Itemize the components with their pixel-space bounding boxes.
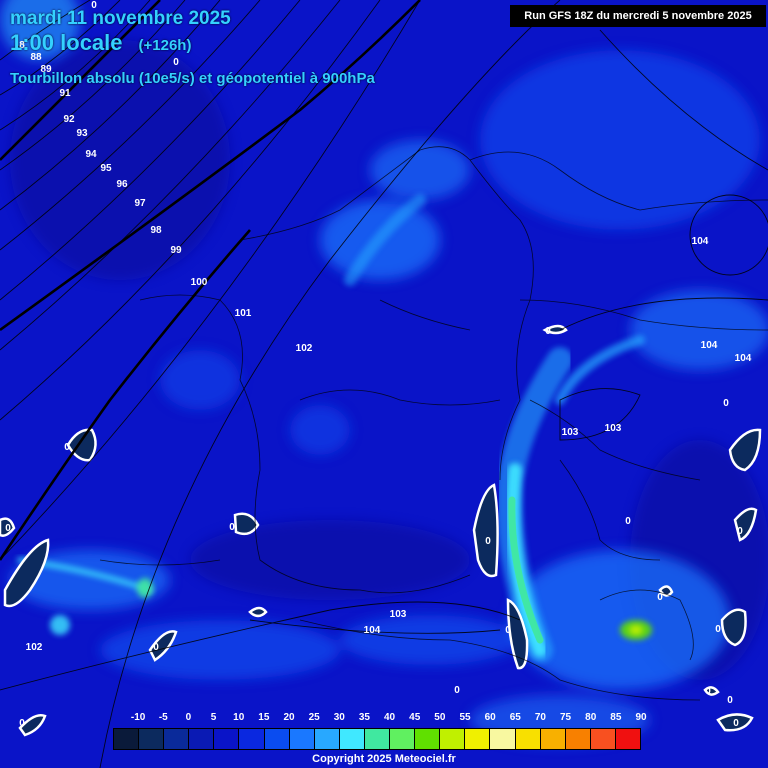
contour-label: 91 xyxy=(59,88,71,99)
legend-swatch xyxy=(540,729,566,749)
contour-label: 104 xyxy=(364,625,381,636)
legend-swatch xyxy=(490,729,516,749)
legend-swatch xyxy=(615,729,640,749)
field-title: Tourbillon absolu (10e5/s) et géopotenti… xyxy=(10,70,375,87)
legend-tick: 90 xyxy=(635,712,647,723)
legend-swatch xyxy=(264,729,290,749)
contour-label: 0 xyxy=(173,57,179,68)
local-time: 1:00 locale xyxy=(10,30,123,55)
legend-swatch xyxy=(214,729,240,749)
contour-label: 92 xyxy=(63,114,75,125)
contour-label: 0 xyxy=(454,685,460,696)
contour-label: 95 xyxy=(100,163,112,174)
forecast-date: mardi 11 novembre 2025 xyxy=(10,8,231,29)
lead-time: (+126h) xyxy=(138,37,192,54)
legend-swatch xyxy=(339,729,365,749)
contour-label: 103 xyxy=(605,423,622,434)
contour-label: 100 xyxy=(191,277,208,288)
legend-swatch xyxy=(390,729,416,749)
legend-swatch xyxy=(239,729,265,749)
contour-label: 0 xyxy=(229,522,235,533)
legend-swatch xyxy=(314,729,340,749)
vorticity-map: 88889919293949596979899100101102102103 10… xyxy=(0,0,768,768)
legend-swatch xyxy=(364,729,391,749)
contour-label: 0 xyxy=(5,523,11,534)
contour-label: 0 xyxy=(153,642,159,653)
contour-label: 103 xyxy=(390,609,407,620)
contour-label: 0 xyxy=(705,686,711,697)
legend-swatch xyxy=(164,729,190,749)
legend-swatch xyxy=(189,729,215,749)
legend-swatch xyxy=(590,729,616,749)
legend-swatch xyxy=(139,729,165,749)
contour-label: 0 xyxy=(19,718,25,729)
contour-label: 0 xyxy=(723,398,729,409)
contour-label: 97 xyxy=(134,198,146,209)
contour-label: 103 xyxy=(562,427,579,438)
legend-swatch xyxy=(289,729,315,749)
contour-label: 0 xyxy=(625,516,631,527)
contour-label: 0 xyxy=(715,624,721,635)
contour-label: 96 xyxy=(116,179,128,190)
legend-swatch xyxy=(114,729,140,749)
contour-label: 98 xyxy=(150,225,162,236)
legend-swatch xyxy=(440,729,466,749)
contour-label: 99 xyxy=(170,245,182,256)
legend-ticks: -10 -5 0 5 10 15 20 25 30 35 40 45 50 55 60 65 70 75 80 85 9… xyxy=(113,712,647,728)
color-legend: -10 -5 0 5 10 15 20 25 30 35 40 45 50 55 60 65 70 75 80 85 9… xyxy=(113,712,647,750)
legend-swatch xyxy=(465,729,491,749)
contour-label: 102 xyxy=(26,642,43,653)
contour-label: 94 xyxy=(85,149,97,160)
run-info: Run GFS 18Z du mercredi 5 novembre 2025 xyxy=(510,5,766,27)
contour-label: 104 xyxy=(692,236,709,247)
contour-label: 0 xyxy=(64,442,70,453)
contour-label: 0 xyxy=(657,592,663,603)
contour-label: 93 xyxy=(76,128,88,139)
contour-label: 104 xyxy=(735,353,752,364)
copyright: Copyright 2025 Meteociel.fr xyxy=(312,753,456,765)
forecast-time: 1:00 locale (+126h) xyxy=(10,30,191,56)
contour-label: 0 xyxy=(485,536,491,547)
legend-colorbar xyxy=(113,728,641,750)
contour-label: 0 xyxy=(545,326,551,337)
contour-label: 102 xyxy=(296,343,313,354)
contour-label: 101 xyxy=(235,308,252,319)
legend-swatch xyxy=(515,729,541,749)
legend-swatch xyxy=(565,729,591,749)
legend-swatch xyxy=(415,729,441,749)
contour-label: 0 xyxy=(505,625,511,636)
contour-label: 0 xyxy=(727,695,733,706)
contour-label: 104 xyxy=(701,340,718,351)
contour-label: 0 xyxy=(737,526,743,537)
contour-label: 0 xyxy=(733,718,739,729)
